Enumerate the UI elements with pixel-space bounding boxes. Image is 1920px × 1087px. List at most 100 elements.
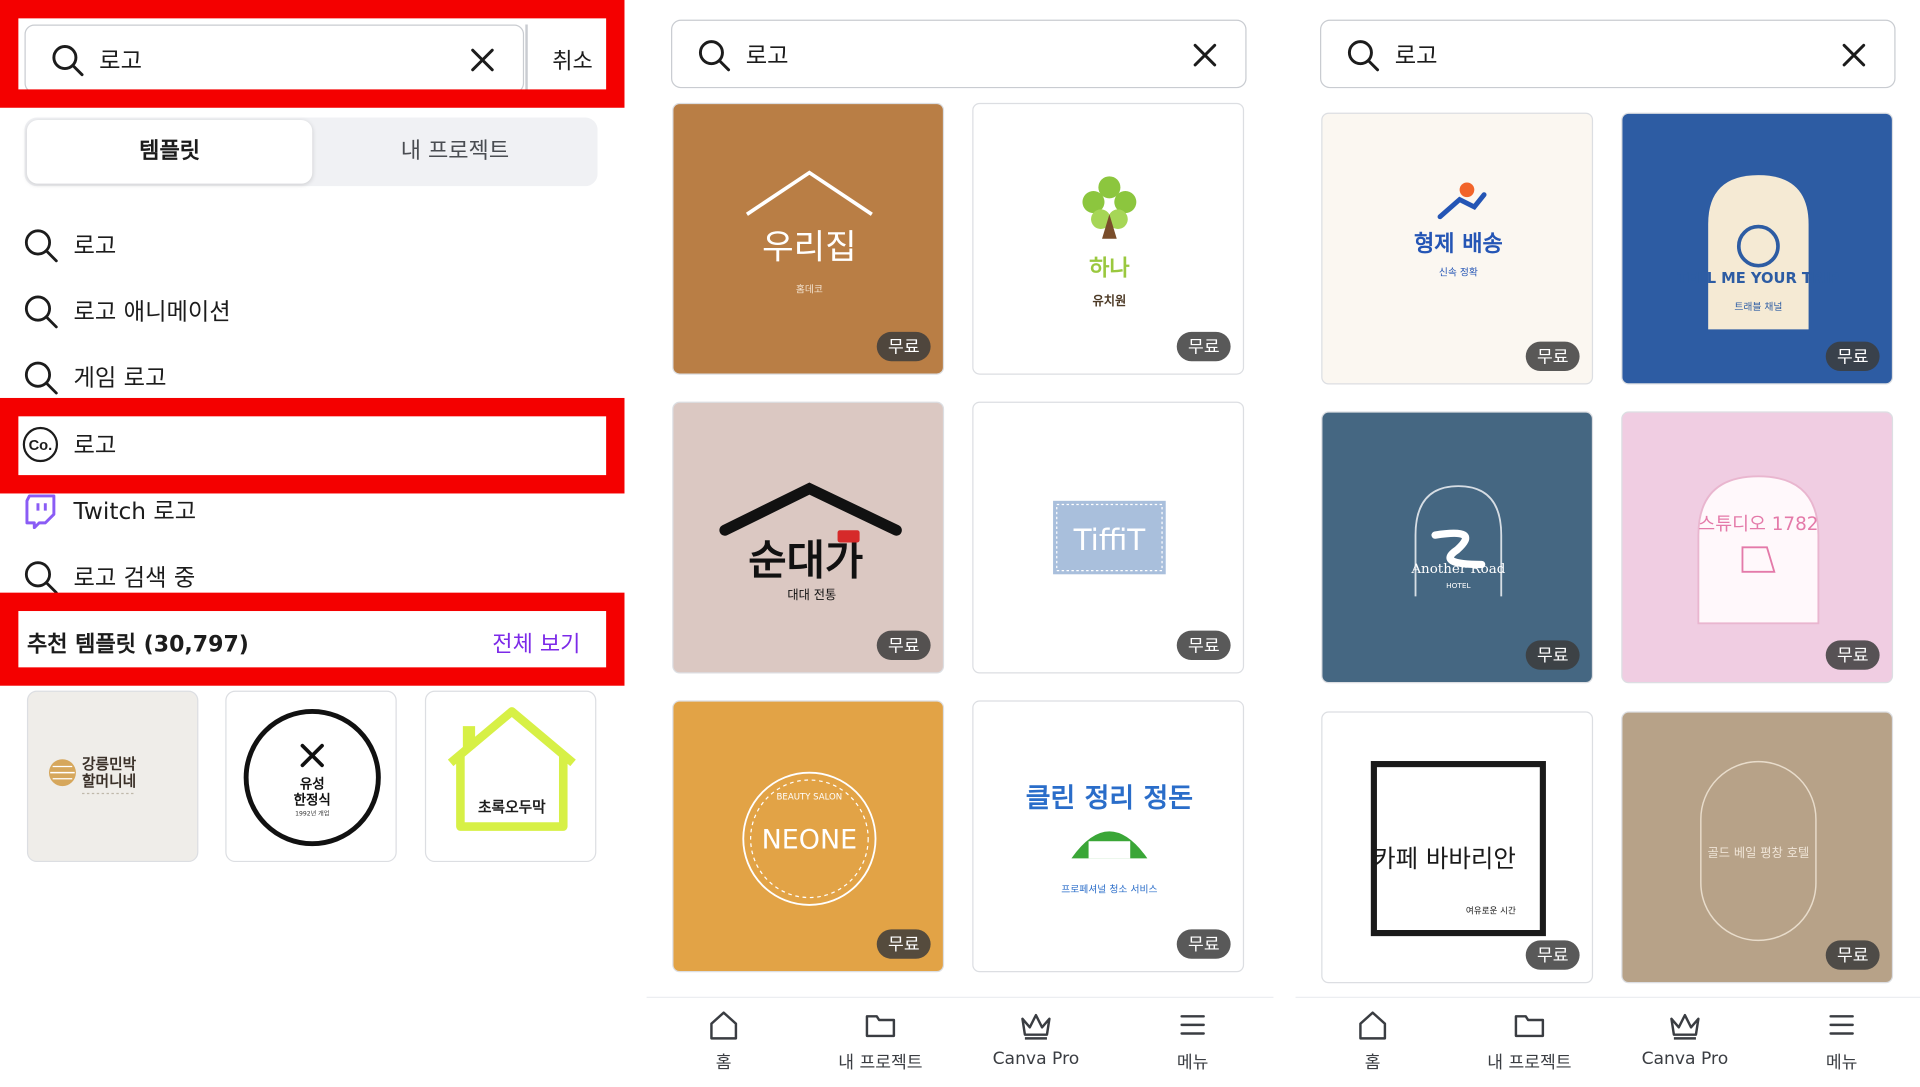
search-icon — [22, 293, 59, 330]
card-title: 형제 배송 — [1414, 232, 1503, 257]
template-card[interactable]: 우리집 홈데코 무료 — [672, 102, 945, 375]
card-title: 스튜디오 1782 — [1698, 514, 1818, 535]
search-query: 로고 — [1394, 42, 1438, 70]
nav-label: 메뉴 — [1176, 1053, 1209, 1073]
search-query: 로고 — [99, 47, 143, 75]
clear-search-icon[interactable] — [1191, 42, 1218, 74]
free-badge: 무료 — [877, 929, 931, 959]
results-panel-2: 로고 형제 배송 신속 정확 무료 TELL ME YOUR TRIP 트래블 … — [1295, 0, 1920, 1087]
see-all-link[interactable]: 전체 보기 — [492, 627, 580, 659]
thumbnail-title: 강릉민박 — [82, 755, 137, 773]
menu-icon — [1180, 1015, 1205, 1035]
template-thumbnail[interactable]: 유성 한정식 1992년 개업 — [225, 690, 397, 863]
search-input[interactable]: 로고 — [1320, 19, 1896, 89]
free-badge: 무료 — [877, 630, 931, 661]
nav-label: 메뉴 — [1825, 1053, 1858, 1073]
suggestion-item[interactable]: 게임 로고 — [22, 355, 598, 397]
suggestion-item[interactable]: 로고 — [22, 223, 598, 265]
template-card[interactable]: 스튜디오 1782 무료 — [1621, 411, 1894, 684]
card-subtitle: 여유로운 시간 — [1466, 904, 1516, 916]
tab-bar: 템플릿 내 프로젝트 — [24, 117, 598, 187]
free-badge: 무료 — [1177, 630, 1231, 661]
template-card[interactable]: Another Road HOTEL 무료 — [1321, 411, 1594, 684]
suggestion-label: 로고 애니메이션 — [73, 298, 231, 326]
thumbnail-art: 강릉민박 할머니네 — [48, 755, 137, 795]
template-thumbnail[interactable]: 강릉민박 할머니네 — [26, 690, 199, 863]
thumbnail-art: 유성 한정식 1992년 개업 — [243, 708, 381, 847]
crown-icon — [1021, 1013, 1051, 1040]
thumbnail-title: 유성 — [300, 777, 325, 793]
free-badge: 무료 — [1177, 331, 1231, 362]
recommended-title: 추천 템플릿 (30,797) — [26, 631, 249, 658]
template-card[interactable]: NEONE BEAUTY SALON 무료 — [672, 700, 945, 973]
free-badge: 무료 — [1826, 341, 1880, 372]
template-thumbnail[interactable]: 초록오두막 — [424, 690, 597, 863]
svg-text:Co.: Co. — [29, 438, 53, 454]
nav-label: 홈 — [1364, 1053, 1381, 1073]
suggestion-label: 로고 검색 중 — [73, 564, 196, 592]
template-card[interactable]: 형제 배송 신속 정확 무료 — [1321, 112, 1594, 385]
card-subtitle: 유치원 — [1093, 293, 1127, 308]
clear-search-icon[interactable] — [1840, 42, 1867, 74]
nav-menu[interactable]: 메뉴 — [1768, 1008, 1915, 1074]
search-icon — [22, 558, 59, 595]
nav-projects[interactable]: 내 프로젝트 — [807, 1008, 954, 1074]
template-card[interactable]: TiffiT 무료 — [972, 401, 1245, 674]
nav-menu[interactable]: 메뉴 — [1119, 1008, 1266, 1074]
canva-co-icon: Co. — [22, 426, 59, 463]
search-input[interactable]: 로고 — [24, 24, 525, 94]
thumbnail-art: 초록오두막 — [447, 707, 576, 831]
template-card[interactable]: 순대가 대대 전통 무료 — [672, 401, 945, 674]
search-panel: 로고 취소 템플릿 내 프로젝트 로고 로고 애니메이션 게임 로고 Co. 로… — [0, 0, 625, 1087]
free-badge: 무료 — [1826, 940, 1880, 970]
search-input[interactable]: 로고 — [671, 19, 1247, 89]
menu-icon — [1829, 1015, 1854, 1035]
nav-canva-pro[interactable]: Canva Pro — [1611, 1008, 1758, 1069]
card-subtitle: 트래블 채널 — [1734, 301, 1782, 313]
suggestion-item[interactable]: 로고 검색 중 — [22, 555, 598, 597]
search-icon — [697, 38, 731, 77]
folder-icon — [865, 1015, 896, 1038]
thumbnail-subtitle: 할머니네 — [82, 772, 136, 790]
card-title: 하나 — [1089, 257, 1130, 282]
card-title: 카페 바바리안 — [1373, 844, 1516, 873]
nav-home[interactable]: 홈 — [650, 1008, 797, 1074]
suggestion-item[interactable]: 로고 애니메이션 — [22, 289, 598, 331]
card-title: 클린 정리 정돈 — [1026, 783, 1193, 814]
tab-my-projects[interactable]: 내 프로젝트 — [312, 118, 597, 187]
template-card[interactable]: 클린 정리 정돈 프로페셔널 청소 서비스 무료 — [972, 700, 1245, 973]
search-icon — [50, 43, 84, 82]
free-badge: 무료 — [1526, 341, 1580, 372]
cancel-button[interactable]: 취소 — [552, 44, 593, 76]
template-card[interactable]: 골드 베일 평창 호텔 무료 — [1621, 711, 1894, 984]
template-card[interactable]: 카페 바바리안 여유로운 시간 무료 — [1321, 711, 1594, 984]
nav-canva-pro[interactable]: Canva Pro — [962, 1008, 1109, 1069]
card-subtitle: 신속 정확 — [1439, 267, 1478, 279]
card-title: TELL ME YOUR TRIP — [1677, 270, 1839, 287]
suggestion-label: Twitch 로고 — [73, 498, 197, 526]
tab-templates[interactable]: 템플릿 — [26, 120, 313, 184]
suggestion-item-brand[interactable]: Co. 로고 — [22, 422, 598, 464]
nav-home[interactable]: 홈 — [1299, 1008, 1446, 1074]
card-subtitle: 홈데코 — [796, 283, 823, 296]
search-icon — [1346, 38, 1380, 77]
free-badge: 무료 — [1177, 929, 1231, 959]
divider — [525, 24, 528, 94]
crown-icon — [1670, 1013, 1700, 1040]
folder-icon — [1514, 1015, 1545, 1038]
card-title: Another Road — [1410, 562, 1505, 577]
card-title: 골드 베일 평창 호텔 — [1708, 846, 1810, 860]
suggestion-label: 게임 로고 — [73, 364, 167, 392]
thumbnail-title: 초록오두막 — [478, 798, 546, 816]
clear-search-icon[interactable] — [469, 47, 496, 79]
free-badge: 무료 — [1826, 640, 1880, 670]
thumbnail-subtitle: 한정식 — [294, 791, 331, 808]
card-title: NEONE — [762, 825, 857, 856]
suggestion-item[interactable]: Twitch 로고 — [22, 489, 598, 531]
suggestion-label: 로고 — [73, 432, 117, 460]
template-card[interactable]: 하나 유치원 무료 — [972, 102, 1245, 375]
free-badge: 무료 — [1526, 940, 1580, 970]
template-card[interactable]: TELL ME YOUR TRIP 트래블 채널 무료 — [1621, 112, 1894, 385]
nav-projects[interactable]: 내 프로젝트 — [1456, 1008, 1603, 1074]
nav-label: 내 프로젝트 — [838, 1053, 923, 1073]
